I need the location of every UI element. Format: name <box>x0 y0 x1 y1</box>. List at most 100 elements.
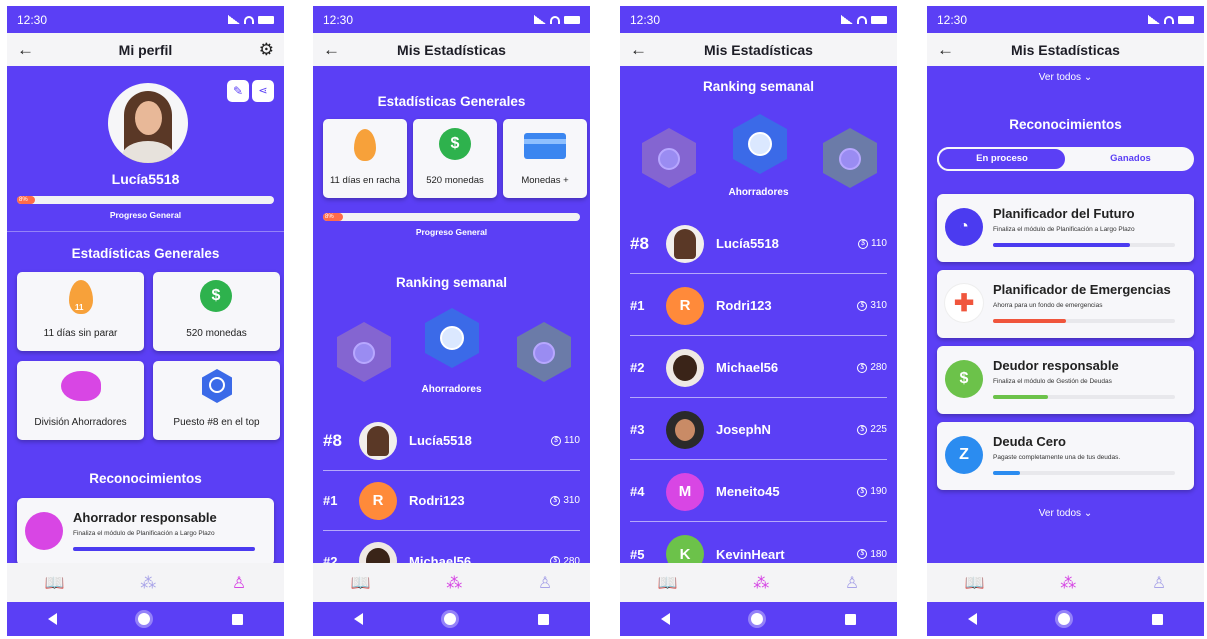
back-arrow-icon[interactable]: ← <box>937 40 954 60</box>
money-hand-icon: $ <box>945 360 983 398</box>
battery-icon <box>258 15 274 24</box>
nav-home-icon[interactable] <box>751 613 764 625</box>
stat-coins-label: 520 monedas <box>426 175 484 186</box>
bottom-tab-bar: 📖 ⁂ ♙ <box>7 563 284 602</box>
avatar <box>666 410 704 449</box>
signal-icon <box>1148 15 1160 24</box>
nav-recents-icon[interactable] <box>538 613 550 625</box>
see-all-link-bottom[interactable]: Ver todos ⌄ <box>927 508 1204 519</box>
recognition-card[interactable]: Ahorrador responsable Finaliza el módulo… <box>17 498 274 563</box>
stat-streak-card[interactable]: 11 11 días sin parar <box>17 272 144 351</box>
rank-row[interactable]: #3 JosephN $225 <box>630 400 887 460</box>
recognition-card[interactable]: ✚ Planificador de Emergencias Ahorra par… <box>937 270 1194 338</box>
profile-tab-icon[interactable]: ♙ <box>232 573 246 593</box>
phone-ranking: 12:30 ← Mis Estadísticas Ranking semanal… <box>620 6 897 636</box>
page-title: Mis Estadísticas <box>397 41 506 58</box>
stat-streak-label: 11 días en racha <box>329 175 401 186</box>
stat-division-label: División Ahorradores <box>34 417 127 428</box>
avatar <box>359 542 397 563</box>
nav-back-icon[interactable] <box>967 613 977 625</box>
stat-streak-card[interactable]: 11 días en racha <box>323 119 407 198</box>
system-nav-bar <box>7 602 284 636</box>
avatar: R <box>359 481 397 520</box>
general-progress-fill: 8% <box>323 213 343 221</box>
stat-coins-card[interactable]: $ 520 monedas <box>153 272 280 351</box>
recognitions-title: Reconocimientos <box>89 471 202 486</box>
avatar <box>359 421 397 460</box>
back-arrow-icon[interactable]: ← <box>17 40 34 60</box>
recognition-card[interactable]: $ Deudor responsable Finaliza el módulo … <box>937 346 1194 414</box>
rank-row[interactable]: #4 M Meneito45 $190 <box>630 462 887 522</box>
nav-recents-icon[interactable] <box>232 613 244 625</box>
settings-gear-icon[interactable]: ⚙ <box>259 40 274 60</box>
wifi-icon <box>550 15 560 24</box>
nav-back-icon[interactable] <box>660 613 670 625</box>
system-nav-bar <box>620 602 897 636</box>
book-tab-icon[interactable]: 📖 <box>351 573 371 593</box>
profile-tab-icon[interactable]: ♙ <box>538 573 552 593</box>
stat-coins-card[interactable]: $ 520 monedas <box>413 119 497 198</box>
credit-card-icon <box>524 133 566 159</box>
rank-row[interactable]: #5 K KevinHeart $180 <box>630 524 887 563</box>
nav-home-icon[interactable] <box>138 613 151 625</box>
bottom-tab-bar: 📖 ⁂ ♙ <box>620 563 897 602</box>
see-all-link-top[interactable]: Ver todos ⌄ <box>927 72 1204 83</box>
recognition-card[interactable]: ◔ Planificador del Futuro Finaliza el mó… <box>937 194 1194 262</box>
clock-icon: ◔ <box>945 208 983 246</box>
edit-button[interactable]: ✎ <box>227 80 249 102</box>
nav-back-icon[interactable] <box>353 613 363 625</box>
profile-tab-icon[interactable]: ♙ <box>845 573 859 593</box>
flame-icon <box>354 129 376 161</box>
stat-division-card[interactable]: División Ahorradores <box>17 361 144 440</box>
rank-row[interactable]: #2 Michael56 $280 <box>630 338 887 398</box>
stat-rank-label: Puesto #8 en el top <box>173 417 260 428</box>
page-title: Mis Estadísticas <box>1011 41 1120 58</box>
tab-won[interactable]: Ganados <box>1067 147 1194 171</box>
rank-row[interactable]: #1 R Rodri123 $310 <box>630 276 887 336</box>
page-title: Mi perfil <box>118 41 173 58</box>
rank-row-self[interactable]: #8 Lucía5518 $110 <box>323 411 580 471</box>
nav-recents-icon[interactable] <box>845 613 857 625</box>
hierarchy-tab-icon[interactable]: ⁂ <box>140 573 156 593</box>
phone-profile: 12:30 ← Mi perfil ⚙ ✎ ⋖ Lucía5518 8% Pro… <box>7 6 284 636</box>
profile-content: ✎ ⋖ Lucía5518 8% Progreso General Estadí… <box>7 66 284 563</box>
stat-coins-plus-card[interactable]: Monedas + <box>503 119 587 198</box>
nav-back-icon[interactable] <box>47 613 57 625</box>
coin-icon: $ <box>550 495 561 506</box>
nav-recents-icon[interactable] <box>1152 613 1164 625</box>
stat-rank-card[interactable]: Puesto #8 en el top <box>153 361 280 440</box>
piggy-bank-icon <box>25 512 63 550</box>
stats-section-title: Estadísticas Generales <box>377 94 526 109</box>
share-button[interactable]: ⋖ <box>252 80 274 102</box>
recognition-progress-fill <box>993 395 1048 399</box>
coin-icon: $ <box>857 424 868 435</box>
book-tab-icon[interactable]: 📖 <box>965 573 985 593</box>
rank-row[interactable]: #1 R Rodri123 $310 <box>323 471 580 531</box>
rank-row-self[interactable]: #8 Lucía5518 $110 <box>630 214 887 274</box>
signal-icon <box>228 15 240 24</box>
hierarchy-tab-icon[interactable]: ⁂ <box>753 573 769 593</box>
recognition-progress-fill <box>993 471 1021 475</box>
hierarchy-tab-icon[interactable]: ⁂ <box>1060 573 1076 593</box>
recognition-card[interactable]: Z Deuda Cero Pagaste completamente una d… <box>937 422 1194 490</box>
app-bar: ← Mis Estadísticas <box>927 33 1204 66</box>
status-time: 12:30 <box>323 12 354 27</box>
stats-section-title: Estadísticas Generales <box>71 246 220 261</box>
avatar <box>108 83 188 163</box>
profile-tab-icon[interactable]: ♙ <box>1152 573 1166 593</box>
rank-row[interactable]: #2 Michael56 $280 <box>323 531 580 563</box>
phone-recognitions: 12:30 ← Mis Estadísticas Ver todos ⌄ Rec… <box>927 6 1204 636</box>
nav-home-icon[interactable] <box>444 613 457 625</box>
stat-streak-label: 11 días sin parar <box>43 328 118 339</box>
back-arrow-icon[interactable]: ← <box>323 40 340 60</box>
hierarchy-tab-icon[interactable]: ⁂ <box>446 573 462 593</box>
ranking-title: Ranking semanal <box>702 79 815 94</box>
app-bar: ← Mis Estadísticas <box>313 33 590 66</box>
book-tab-icon[interactable]: 📖 <box>658 573 678 593</box>
back-arrow-icon[interactable]: ← <box>630 40 647 60</box>
tab-in-progress[interactable]: En proceso <box>937 147 1067 171</box>
progress-label: Progreso General <box>109 210 182 220</box>
coin-icon: $ <box>551 435 562 446</box>
nav-home-icon[interactable] <box>1058 613 1071 625</box>
book-tab-icon[interactable]: 📖 <box>45 573 65 593</box>
